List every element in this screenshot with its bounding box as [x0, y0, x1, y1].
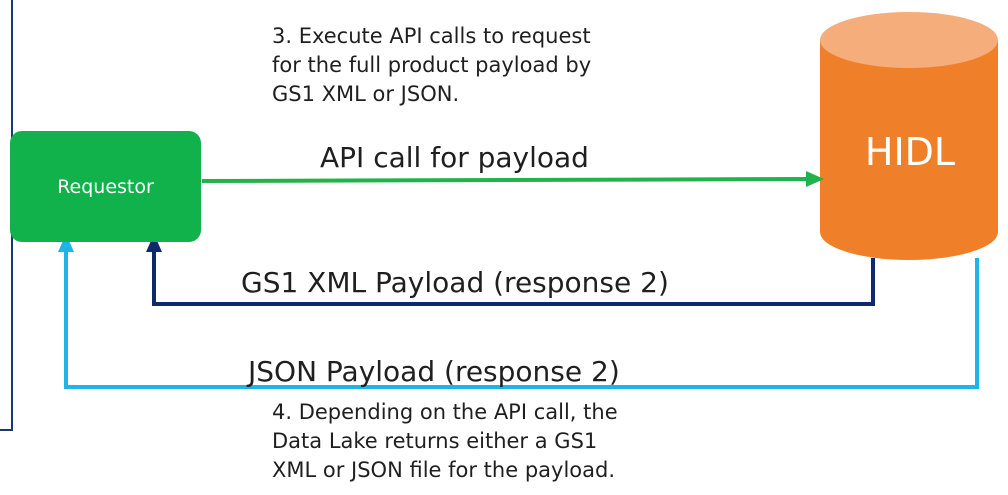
hidl-cylinder-top	[820, 12, 998, 68]
api-call-arrow	[201, 177, 809, 183]
step-3-note: 3. Execute API calls to request for the …	[272, 24, 592, 106]
api-call-label: API call for payload	[320, 141, 589, 174]
gs1-response-label: GS1 XML Payload (response 2)	[241, 266, 669, 299]
json-response-label: JSON Payload (response 2)	[248, 355, 620, 388]
requestor-node: Requestor	[10, 131, 201, 242]
hidl-label: HIDL	[864, 130, 956, 174]
requestor-label: Requestor	[57, 175, 154, 198]
step-4-note: 4. Depending on the API call, the Data L…	[272, 400, 618, 482]
